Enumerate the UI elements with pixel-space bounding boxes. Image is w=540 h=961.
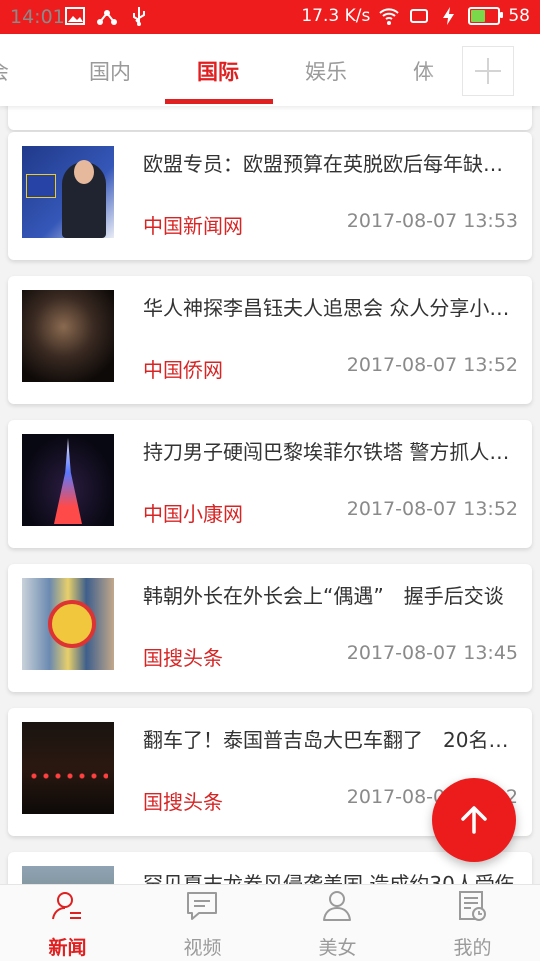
news-title: 翻车了！泰国普吉岛大巴车翻了 20名中国游客受伤 [143,728,519,752]
share-hub-icon [97,10,117,25]
add-channel-button[interactable] [462,46,514,96]
bottom-navigation: 新闻 视频 美女 我的 [0,884,540,961]
street-lights [28,770,108,782]
sim-card-icon [410,9,429,23]
news-thumbnail [22,434,114,526]
charging-icon [443,7,455,25]
news-card-previous[interactable] [8,106,532,130]
channel-tabs: 会 国内 国际 娱乐 体 [0,34,540,106]
news-list[interactable]: 欧盟专员：欧盟预算在英脱欧后每年缺口100亿欧元 中国新闻网 2017-08-0… [0,106,540,884]
nav-mine[interactable]: 我的 [405,885,540,961]
news-thumbnail [22,578,114,670]
tab-entertainment[interactable]: 娱乐 [305,56,347,86]
news-source: 中国侨网 [143,358,223,382]
nav-beauty[interactable]: 美女 [270,885,405,961]
news-title: 华人神探李昌钰夫人追思会 众人分享小故事 [143,296,519,320]
news-thumbnail [22,722,114,814]
nav-video[interactable]: 视频 [135,885,270,961]
news-title: 罕见夏末龙卷风侵袭美国 造成约30人受伤 [143,872,515,884]
active-tab-indicator [165,99,273,104]
eu-flag [26,174,56,198]
chat-bubble-icon [187,892,217,920]
news-title: 持刀男子硬闯巴黎埃菲尔铁塔 警方抓人后调查 [143,440,519,464]
news-title: 韩朝外长在外长会上“偶遇” 握手后交谈 [143,584,504,608]
nav-news[interactable]: 新闻 [0,885,135,961]
person-icon [323,891,351,921]
battery-percent: 58 [508,6,530,26]
eiffel-tower [54,438,82,524]
news-time: 2017-08-07 13:53 [346,210,518,232]
arrow-up-icon [461,806,487,834]
tab-international[interactable]: 国际 [197,56,239,86]
news-time: 2017-08-07 13:45 [346,642,518,664]
nav-label: 美女 [318,937,357,959]
scroll-top-button[interactable] [432,778,516,862]
news-card[interactable]: 华人神探李昌钰夫人追思会 众人分享小故事 中国侨网 2017-08-07 13:… [8,276,532,404]
thumb-face [74,160,94,184]
news-user-icon [52,892,81,920]
news-thumbnail [22,866,114,884]
status-bar: 14:01 17.3 K/s 58 [0,0,540,34]
status-notification-icons [64,5,150,27]
news-time: 2017-08-07 13:52 [346,498,518,520]
news-time: 2017-08-07 13:52 [346,354,518,376]
wifi-icon [379,8,400,25]
news-source: 中国小康网 [143,502,243,526]
status-system-icons: 17.3 K/s 58 [301,5,530,27]
battery-icon [468,7,504,25]
tab-domestic[interactable]: 国内 [89,56,131,86]
nav-label: 视频 [183,937,222,959]
tab-fade [424,34,464,106]
document-clock-icon [459,891,486,921]
usb-icon [133,7,145,26]
image-icon [65,7,85,25]
news-source: 中国新闻网 [143,214,243,238]
news-source: 国搜头条 [143,790,223,814]
news-thumbnail [22,290,114,382]
battery-fill [471,10,486,22]
nav-label: 新闻 [48,937,87,959]
news-card[interactable]: 欧盟专员：欧盟预算在英脱欧后每年缺口100亿欧元 中国新闻网 2017-08-0… [8,132,532,260]
news-thumbnail [22,146,114,238]
news-source: 国搜头条 [143,646,223,670]
asean-emblem [48,600,96,648]
news-card[interactable]: 持刀男子硬闯巴黎埃菲尔铁塔 警方抓人后调查 中国小康网 2017-08-07 1… [8,420,532,548]
news-card[interactable]: 韩朝外长在外长会上“偶遇” 握手后交谈 国搜头条 2017-08-07 13:4… [8,564,532,692]
nav-label: 我的 [453,937,492,959]
tab-partial-left[interactable]: 会 [0,56,9,86]
news-title: 欧盟专员：欧盟预算在英脱欧后每年缺口100亿欧元 [143,152,519,176]
network-speed: 17.3 K/s [301,6,371,26]
